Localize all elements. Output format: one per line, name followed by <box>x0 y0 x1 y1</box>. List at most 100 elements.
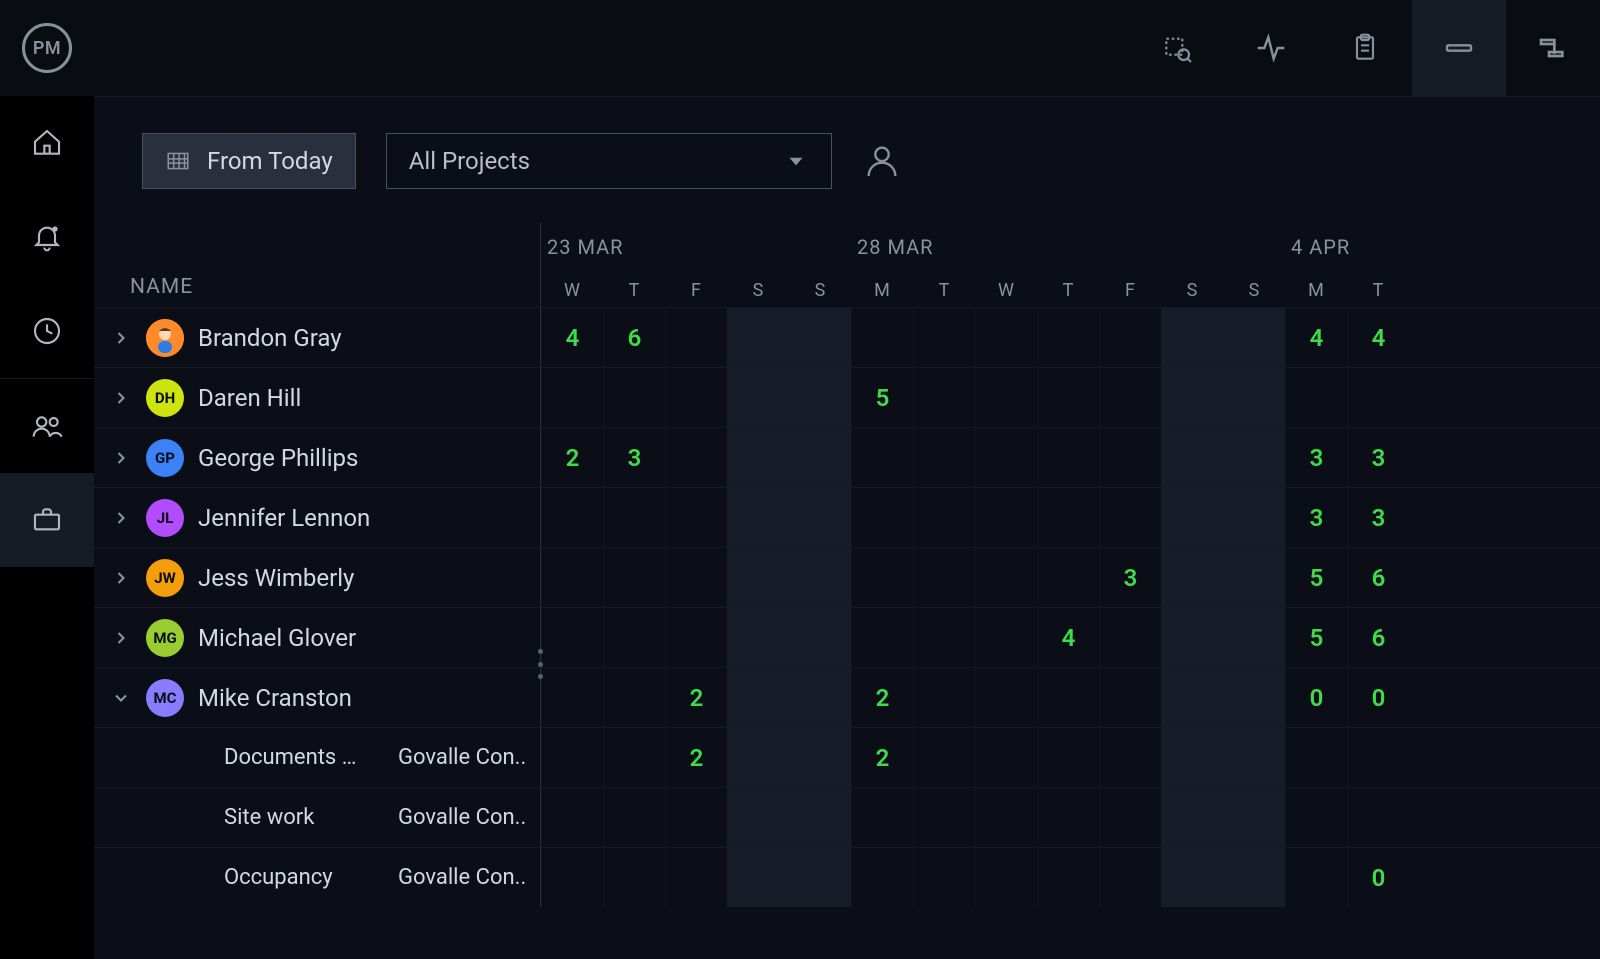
workload-cell[interactable]: 4 <box>1347 308 1409 367</box>
workload-cell[interactable] <box>975 548 1037 607</box>
workload-cell[interactable] <box>1223 728 1285 787</box>
from-today-button[interactable]: From Today <box>142 133 356 189</box>
chevron-right-icon[interactable] <box>110 387 132 409</box>
workload-cell[interactable]: 2 <box>851 668 913 727</box>
workload-cell[interactable] <box>789 608 851 667</box>
workload-cell[interactable] <box>1037 728 1099 787</box>
workload-cell[interactable]: 4 <box>1037 608 1099 667</box>
chevron-right-icon[interactable] <box>110 627 132 649</box>
workload-cell[interactable] <box>975 728 1037 787</box>
workload-cell[interactable] <box>913 488 975 547</box>
workload-cell[interactable] <box>1285 848 1347 907</box>
person-filter-button[interactable] <box>862 133 902 189</box>
workload-cell[interactable] <box>541 848 603 907</box>
workload-cell[interactable] <box>1037 548 1099 607</box>
workload-cell[interactable] <box>1347 788 1409 847</box>
workload-cell[interactable] <box>1223 668 1285 727</box>
workload-cell[interactable] <box>789 308 851 367</box>
workload-cell[interactable] <box>851 308 913 367</box>
workload-cell[interactable] <box>1347 368 1409 427</box>
workload-cell[interactable] <box>975 308 1037 367</box>
workload-cell[interactable] <box>541 608 603 667</box>
workload-cell[interactable] <box>1347 728 1409 787</box>
workload-cell[interactable] <box>1285 368 1347 427</box>
column-resize-handle[interactable] <box>538 649 544 679</box>
workload-cell[interactable] <box>541 788 603 847</box>
workload-cell[interactable] <box>851 488 913 547</box>
workload-cell[interactable] <box>851 608 913 667</box>
workload-cell[interactable] <box>1223 428 1285 487</box>
workload-cell[interactable] <box>1099 668 1161 727</box>
chevron-right-icon[interactable] <box>110 447 132 469</box>
workload-cell[interactable] <box>851 788 913 847</box>
workload-cell[interactable] <box>603 488 665 547</box>
activity-icon[interactable] <box>1224 0 1318 96</box>
workload-cell[interactable] <box>1161 428 1223 487</box>
chevron-down-icon[interactable] <box>110 687 132 709</box>
project-selector[interactable]: All Projects <box>386 133 832 189</box>
workload-cell[interactable] <box>1161 548 1223 607</box>
workload-cell[interactable] <box>603 728 665 787</box>
workload-cell[interactable] <box>665 608 727 667</box>
workload-cell[interactable]: 3 <box>603 428 665 487</box>
workload-cell[interactable] <box>851 428 913 487</box>
workload-cell[interactable] <box>1099 848 1161 907</box>
workload-cell[interactable] <box>603 548 665 607</box>
workload-cell[interactable] <box>1223 308 1285 367</box>
workload-cell[interactable] <box>1161 728 1223 787</box>
workload-cell[interactable] <box>727 608 789 667</box>
workload-cell[interactable] <box>789 548 851 607</box>
workload-cell[interactable] <box>1161 608 1223 667</box>
workload-cell[interactable] <box>1099 728 1161 787</box>
workload-cell[interactable] <box>975 428 1037 487</box>
workload-cell[interactable] <box>913 728 975 787</box>
workload-view-icon[interactable] <box>1412 0 1506 96</box>
workload-cell[interactable] <box>1037 368 1099 427</box>
workload-cell[interactable] <box>665 488 727 547</box>
team-icon[interactable] <box>0 379 94 473</box>
workload-cell[interactable] <box>727 788 789 847</box>
workload-cell[interactable] <box>603 848 665 907</box>
workload-cell[interactable] <box>1223 608 1285 667</box>
workload-cell[interactable] <box>1099 488 1161 547</box>
workload-cell[interactable] <box>603 788 665 847</box>
workload-cell[interactable] <box>1161 668 1223 727</box>
workload-cell[interactable] <box>727 308 789 367</box>
workload-cell[interactable] <box>727 668 789 727</box>
workload-cell[interactable] <box>665 788 727 847</box>
overview-icon[interactable] <box>1130 0 1224 96</box>
workload-cell[interactable] <box>913 608 975 667</box>
workload-cell[interactable] <box>1285 788 1347 847</box>
workload-cell[interactable]: 3 <box>1099 548 1161 607</box>
workload-cell[interactable] <box>975 668 1037 727</box>
workload-cell[interactable] <box>1099 368 1161 427</box>
home-icon[interactable] <box>0 96 94 190</box>
workload-cell[interactable] <box>541 728 603 787</box>
workload-cell[interactable] <box>727 488 789 547</box>
workload-cell[interactable] <box>789 428 851 487</box>
workload-cell[interactable] <box>1161 308 1223 367</box>
clock-icon[interactable] <box>0 284 94 378</box>
workload-cell[interactable] <box>665 428 727 487</box>
workload-cell[interactable] <box>727 848 789 907</box>
workload-cell[interactable]: 3 <box>1347 428 1409 487</box>
workload-cell[interactable] <box>541 368 603 427</box>
workload-cell[interactable] <box>727 368 789 427</box>
workload-cell[interactable] <box>975 368 1037 427</box>
workload-cell[interactable] <box>913 788 975 847</box>
workload-cell[interactable] <box>665 368 727 427</box>
workload-cell[interactable] <box>665 848 727 907</box>
workload-cell[interactable] <box>1099 608 1161 667</box>
workload-cell[interactable] <box>603 668 665 727</box>
workload-cell[interactable]: 6 <box>1347 548 1409 607</box>
workload-cell[interactable] <box>603 608 665 667</box>
workload-cell[interactable]: 3 <box>1347 488 1409 547</box>
workload-cell[interactable] <box>913 308 975 367</box>
workload-cell[interactable] <box>789 728 851 787</box>
workload-cell[interactable] <box>1161 788 1223 847</box>
workload-cell[interactable] <box>913 668 975 727</box>
workload-cell[interactable] <box>975 788 1037 847</box>
workload-cell[interactable] <box>727 548 789 607</box>
workload-cell[interactable] <box>789 488 851 547</box>
workload-cell[interactable] <box>1223 788 1285 847</box>
